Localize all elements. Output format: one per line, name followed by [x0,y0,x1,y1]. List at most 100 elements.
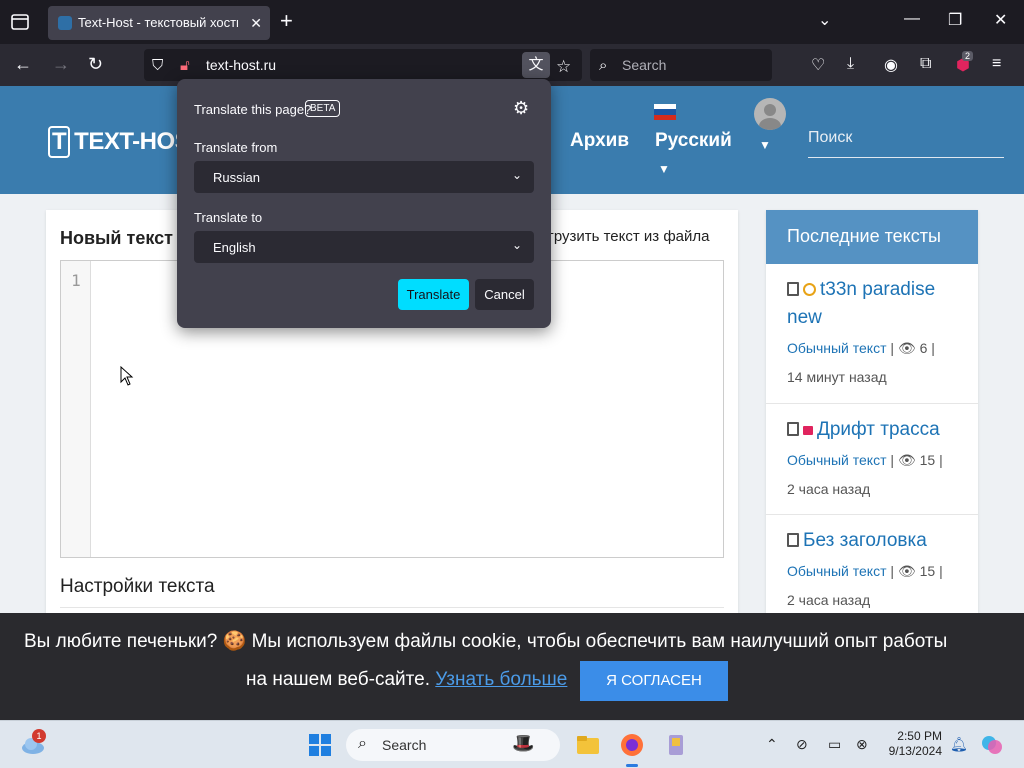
post-title-line: Без заголовка [787,527,967,555]
nav-archive[interactable]: Архив [570,130,629,152]
post-title-line: t33n paradise new [787,276,967,332]
editor-gutter: 1 [61,261,91,557]
site-search-input[interactable]: Поиск [808,124,1004,158]
firefox-icon[interactable] [620,733,644,757]
list-item: Дрифт трасса Обычный текст | 👁︎ 15 | 2 ч… [766,404,978,515]
tab-overflow-chevron-icon[interactable]: ⌄ [818,10,831,30]
url-bar[interactable]: ⛉ 🔓︎ text-host.ru 文 ☆ [144,49,582,81]
avatar[interactable] [754,98,786,130]
learn-more-link[interactable]: Узнать больше [435,669,567,690]
recent-texts-sidebar: Последние тексты t33n paradise new Обычн… [766,210,978,630]
notification-badge: 1 [32,729,46,743]
eye-icon: 👁︎ [897,340,916,356]
taskbar-search-label: Search [382,737,427,753]
upload-file-link[interactable]: агрузить текст из файла [540,228,710,245]
line-number: 1 [71,271,81,290]
translate-from-label: Translate from [194,140,278,155]
sidebar-title: Последние тексты [766,210,978,264]
display-icon[interactable]: ▭ [828,736,841,753]
post-meta: Обычный текст | 👁︎ 15 | 2 часа назад [787,563,943,608]
browser-tab-bar: Text-Host - текстовый хостинг ✕ + ⌄ — ❐ … [0,0,1024,44]
minimize-icon[interactable]: — [904,10,920,28]
browser-search-bar[interactable]: ⌕ Search [590,49,772,81]
post-views: 15 [919,452,936,468]
bookmark-star-icon[interactable]: ☆ [556,57,571,77]
downloads-icon[interactable]: ⤓ [847,55,854,73]
cancel-button[interactable]: Cancel [475,279,534,310]
post-category[interactable]: Обычный текст [787,340,887,356]
cookie-message-end: на нашем веб-сайте. [246,669,431,690]
settings-title: Настройки текста [60,576,215,597]
menu-icon[interactable]: ≡ [992,55,1001,73]
new-tab-icon[interactable]: + [280,10,293,32]
volume-icon[interactable]: ⊗ [856,736,868,753]
translate-from-select[interactable]: Russian ⌄ [194,161,534,193]
post-category[interactable]: Обычный текст [787,452,887,468]
show-hidden-icons-icon[interactable]: ⌃ [766,736,778,753]
document-icon [787,282,799,296]
notifications-bell-icon[interactable]: 🔔︎ [950,736,968,753]
browser-search-placeholder[interactable]: Search [622,57,666,73]
app-icon[interactable] [664,733,688,757]
post-title[interactable]: Без заголовка [803,530,927,551]
taskbar: 1 ⌕ Search 🎩 ⌃ ⊘ ▭ ⊗ 2:50 PM 9/13/2024 🔔… [0,720,1024,768]
translate-popup-title: Translate this page? [194,102,312,117]
list-item: t33n paradise new Обычный текст | 👁︎ 6 |… [766,264,978,404]
account-icon[interactable]: ◉ [884,55,898,75]
file-explorer-icon[interactable] [576,733,600,757]
translate-to-value: English [213,240,256,255]
post-category[interactable]: Обычный текст [787,563,887,579]
reload-icon[interactable]: ↻ [88,54,103,74]
language-caret-icon[interactable]: ▼ [658,162,670,176]
translate-popup: Translate this page? BETA ⚙ Translate fr… [177,79,551,328]
active-app-indicator [626,764,638,767]
shield-icon[interactable]: ⛉ [152,57,163,74]
back-icon[interactable]: ← [14,54,32,74]
windows-start-icon[interactable] [308,733,332,757]
url-text[interactable]: text-host.ru [206,57,276,73]
post-time: 2 часа назад [787,592,871,608]
translate-icon[interactable]: 文 [522,52,550,78]
translate-to-select[interactable]: English ⌄ [194,231,534,263]
restore-icon[interactable]: ❐ [948,10,962,30]
post-views: 6 [919,340,928,356]
forward-icon[interactable]: → [52,54,70,74]
translate-button[interactable]: Translate [398,279,469,310]
document-icon [787,422,799,436]
copilot-icon[interactable] [980,733,1004,757]
taskbar-search[interactable]: ⌕ Search 🎩 [346,729,560,761]
taskbar-clock[interactable]: 2:50 PM 9/13/2024 [882,729,942,759]
close-tab-icon[interactable]: ✕ [250,15,262,32]
chevron-down-icon: ⌄ [511,238,522,252]
close-window-icon[interactable]: ✕ [994,10,1007,30]
gear-icon[interactable]: ⚙ [513,98,529,119]
tab-list-icon[interactable] [8,10,32,34]
clock-time: 2:50 PM [897,729,942,743]
post-views: 15 [919,563,936,579]
page-title: Новый текст [60,228,173,248]
tab-title: Text-Host - текстовый хостинг [78,15,238,30]
translate-from-value: Russian [213,170,260,185]
post-title[interactable]: Дрифт трасса [817,419,940,440]
post-time: 14 минут назад [787,369,887,385]
accept-cookies-button[interactable]: Я СОГЛАСЕН [580,661,728,701]
clock-icon [803,283,816,296]
extensions-icon[interactable]: ⧉ [920,55,931,73]
lock-insecure-icon[interactable]: 🔓︎ [180,57,190,74]
document-icon [787,533,799,547]
nav-language[interactable]: Русский [655,130,732,152]
browser-tab[interactable]: Text-Host - текстовый хостинг ✕ [48,6,270,40]
lock-icon [803,426,813,435]
divider [60,607,724,608]
user-menu-caret-icon[interactable]: ▼ [759,138,771,152]
pocket-icon[interactable]: ♡ [811,55,825,75]
post-meta: Обычный текст | 👁︎ 15 | 2 часа назад [787,452,943,497]
russian-flag-icon [654,104,676,120]
eye-icon: 👁︎ [897,563,916,579]
post-title-line: Дрифт трасса [787,416,967,444]
extension-badge: 2 [962,51,974,61]
mouse-cursor-icon [120,366,134,386]
post-meta: Обычный текст | 👁︎ 6 | 14 минут назад [787,340,935,385]
network-icon[interactable]: ⊘ [796,736,808,753]
cookie-banner: Вы любите печеньки? 🍪 Мы используем файл… [0,613,1024,720]
